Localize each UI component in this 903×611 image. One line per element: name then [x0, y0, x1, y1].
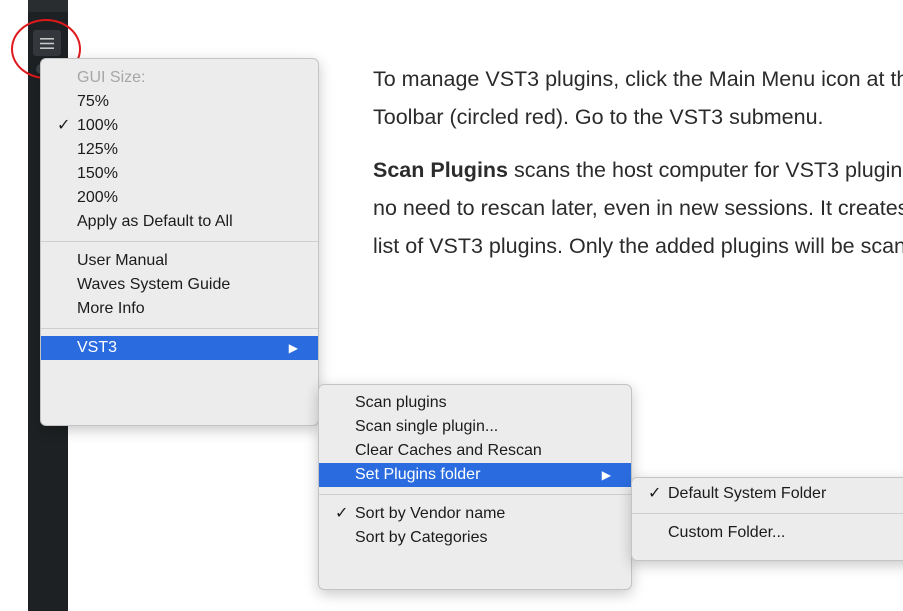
menu-item-clear-caches[interactable]: Clear Caches and Rescan [319, 439, 631, 463]
menu-item-gui-200[interactable]: 200% [41, 186, 318, 210]
submenu-arrow-icon: ▶ [288, 341, 298, 355]
menu-item-gui-125[interactable]: 125% [41, 138, 318, 162]
paragraph-scan: Scan Plugins scans the host computer for… [373, 151, 903, 265]
menu-item-scan-plugins[interactable]: Scan plugins [319, 391, 631, 415]
menu-item-gui-150[interactable]: 150% [41, 162, 318, 186]
gui-size-200-label: 200% [77, 189, 118, 206]
menu-item-default-system-folder[interactable]: ✓ Default System Folder [632, 482, 903, 506]
para2-line1: scans the host computer for VST3 plugins… [513, 158, 903, 182]
menu-item-custom-folder[interactable]: Custom Folder... [632, 521, 903, 545]
checkmark-icon: ✓ [648, 485, 662, 502]
menu-item-set-plugins-folder[interactable]: Set Plugins folder ▶ [319, 463, 631, 487]
menu-separator [319, 494, 631, 495]
article-text: To manage VST3 plugins, click the Main M… [373, 60, 903, 280]
menu-item-scan-single-plugin[interactable]: Scan single plugin... [319, 415, 631, 439]
menu-item-more-info[interactable]: More Info [41, 297, 318, 321]
menu-item-sort-by-categories[interactable]: Sort by Categories [319, 526, 631, 550]
menu-item-waves-system-guide[interactable]: Waves System Guide [41, 273, 318, 297]
menu-item-apply-default[interactable]: Apply as Default to All [41, 210, 318, 234]
set-plugins-folder-label: Set Plugins folder [355, 466, 481, 483]
menu-item-vst3[interactable]: VST3 ▶ [41, 336, 318, 360]
app-title-bar [28, 0, 68, 12]
para2-line2: no need to rescan later, even in new ses… [373, 196, 903, 220]
menu-separator [41, 241, 318, 242]
gui-size-75-label: 75% [77, 93, 110, 110]
vst3-label: VST3 [77, 339, 118, 356]
sort-by-vendor-label: Sort by Vendor name [355, 505, 506, 522]
menu-item-sort-by-vendor[interactable]: ✓ Sort by Vendor name [319, 502, 631, 526]
paragraph-intro: To manage VST3 plugins, click the Main M… [373, 60, 903, 136]
submenu-arrow-icon: ▶ [601, 468, 611, 482]
gui-size-150-label: 150% [77, 165, 118, 182]
default-system-folder-label: Default System Folder [668, 485, 827, 502]
plugins-folder-submenu: ✓ Default System Folder Custom Folder... [631, 477, 903, 561]
menu-item-user-manual[interactable]: User Manual [41, 249, 318, 273]
checkmark-icon: ✓ [335, 505, 349, 522]
gui-size-100-label: 100% [77, 117, 118, 134]
para1-line1: To manage VST3 plugins, click the Main M… [373, 67, 903, 91]
menu-separator [632, 513, 903, 514]
para1-line2: Toolbar (circled red). Go to the VST3 su… [373, 105, 824, 129]
checkmark-icon: ✓ [57, 117, 71, 134]
main-menu: GUI Size: 75% ✓ 100% 125% 150% 200% Apply… [40, 58, 319, 426]
menu-item-gui-75[interactable]: 75% [41, 90, 318, 114]
para2-line3: list of VST3 plugins. Only the added plu… [373, 234, 903, 258]
gui-size-header: GUI Size: [77, 69, 146, 86]
gui-size-125-label: 125% [77, 141, 118, 158]
menu-separator [41, 328, 318, 329]
menu-item-gui-100[interactable]: ✓ 100% [41, 114, 318, 138]
vst3-submenu: Scan plugins Scan single plugin... Clear… [318, 384, 632, 590]
scan-plugins-term: Scan Plugins [373, 158, 509, 182]
